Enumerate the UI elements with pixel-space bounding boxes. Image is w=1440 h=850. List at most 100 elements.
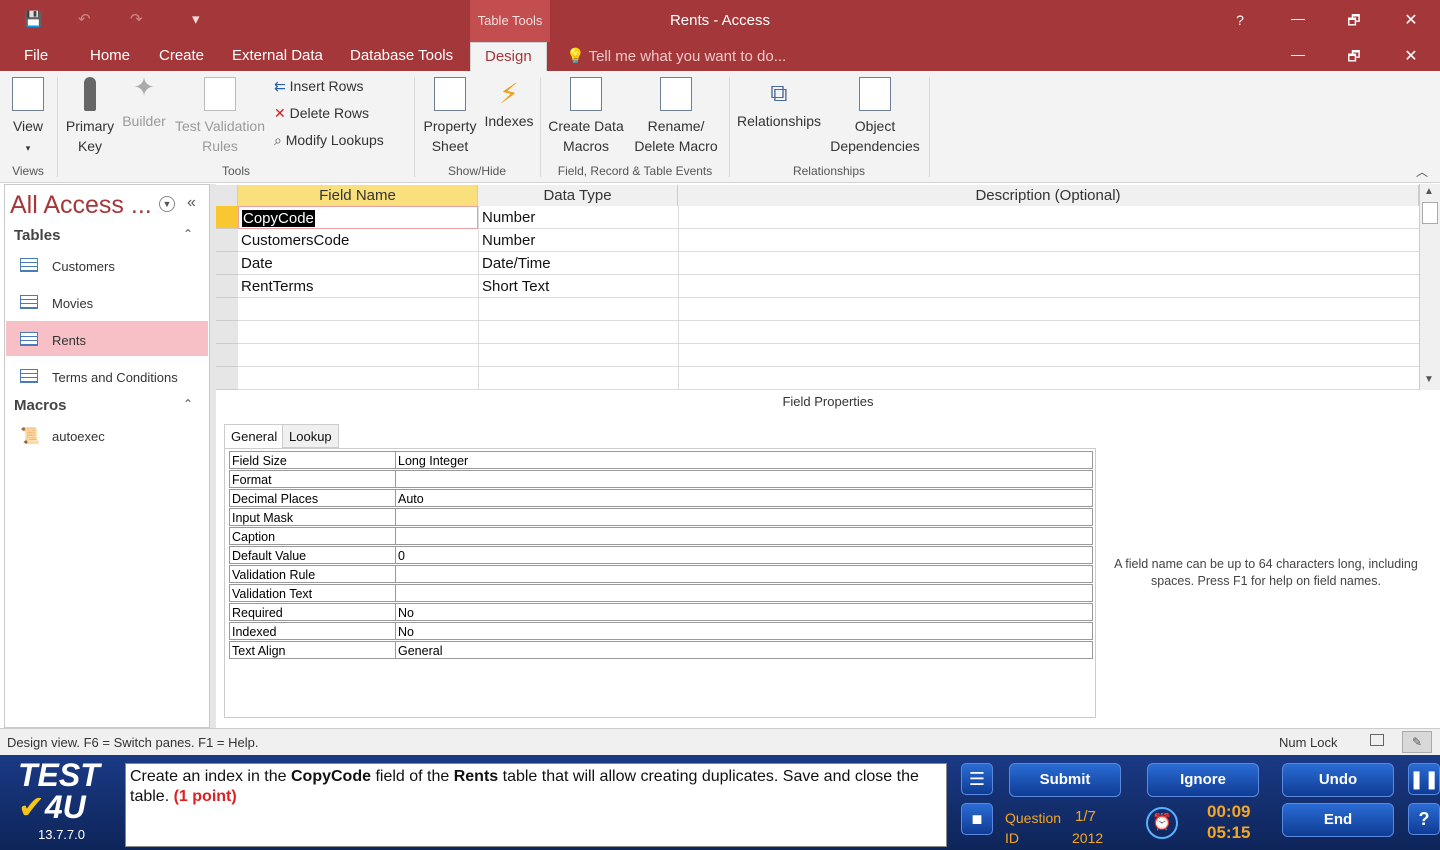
design-view-switch-icon[interactable]: ✎: [1402, 731, 1432, 753]
scroll-up-icon[interactable]: ▲: [1424, 186, 1434, 197]
row-selector[interactable]: [216, 321, 238, 344]
end-button[interactable]: End: [1282, 803, 1394, 837]
empty-description-cell[interactable]: [678, 367, 1419, 390]
field-name-cell[interactable]: RentTerms: [238, 275, 478, 298]
customize-qat-icon[interactable]: ▾: [192, 10, 200, 28]
empty-description-cell[interactable]: [678, 344, 1419, 367]
property-value[interactable]: No: [398, 625, 414, 639]
modify-lookups-button[interactable]: ⌕ Modify Lookups: [274, 132, 384, 149]
nav-item-movies[interactable]: Movies: [6, 284, 208, 319]
property-value[interactable]: No: [398, 606, 414, 620]
close-button[interactable]: ✕: [1393, 10, 1429, 30]
property-row[interactable]: Caption: [229, 527, 1093, 545]
property-row-indexed[interactable]: Indexed No: [229, 622, 1093, 640]
empty-field-cell[interactable]: [238, 344, 478, 367]
row-selector[interactable]: [216, 252, 238, 275]
datasheet-view-switch-icon[interactable]: [1370, 734, 1384, 746]
save-icon[interactable]: 💾: [24, 10, 43, 28]
collapse-tables-icon[interactable]: ⌃: [183, 227, 193, 241]
property-row[interactable]: Validation Text: [229, 584, 1093, 602]
doc-minimize-button[interactable]: —: [1280, 46, 1316, 62]
help-question-icon[interactable]: ?: [1408, 803, 1440, 835]
undo-icon[interactable]: ↶: [78, 10, 91, 28]
tab-lookup[interactable]: Lookup: [282, 424, 339, 448]
property-row[interactable]: Validation Rule: [229, 565, 1093, 583]
property-row[interactable]: Default Value 0: [229, 546, 1093, 564]
empty-field-cell[interactable]: [238, 298, 478, 321]
test-validation-rules-button[interactable]: Test Validation Rules: [170, 77, 270, 156]
tab-external-data[interactable]: External Data: [232, 47, 323, 64]
grid-corner[interactable]: [216, 185, 238, 206]
tab-general[interactable]: General: [224, 424, 285, 449]
data-type-cell[interactable]: Number: [478, 206, 678, 229]
tab-home[interactable]: Home: [90, 47, 130, 64]
minimize-button[interactable]: —: [1280, 10, 1316, 26]
nav-pane-title[interactable]: All Access ...: [10, 191, 152, 220]
pause-icon[interactable]: ❚❚: [1408, 763, 1440, 795]
shutter-bar-close-icon[interactable]: «: [187, 194, 196, 212]
nav-item-terms-and-conditions[interactable]: Terms and Conditions: [6, 358, 208, 393]
redo-icon[interactable]: ↷: [130, 10, 143, 28]
empty-field-cell[interactable]: [238, 367, 478, 390]
primary-key-button[interactable]: Primary Key: [62, 77, 118, 156]
field-name-cell[interactable]: CopyCode: [238, 206, 478, 229]
property-value[interactable]: Long Integer: [398, 454, 468, 468]
row-selector[interactable]: [216, 206, 238, 229]
row-selector[interactable]: [216, 229, 238, 252]
collapse-ribbon-icon[interactable]: ︿: [1416, 163, 1428, 180]
empty-description-cell[interactable]: [678, 321, 1419, 344]
data-type-cell[interactable]: Date/Time: [478, 252, 678, 275]
nav-item-customers[interactable]: Customers: [6, 247, 208, 282]
property-row[interactable]: Text Align General: [229, 641, 1093, 659]
tab-file[interactable]: File: [24, 47, 48, 64]
property-row[interactable]: Required No: [229, 603, 1093, 621]
submit-button[interactable]: Submit: [1009, 763, 1121, 797]
property-value[interactable]: General: [398, 644, 442, 658]
doc-restore-button[interactable]: 🗗: [1336, 46, 1372, 70]
empty-description-cell[interactable]: [678, 298, 1419, 321]
empty-type-cell[interactable]: [478, 367, 678, 390]
nav-item-autoexec[interactable]: 📜 autoexec: [6, 417, 208, 452]
tab-create[interactable]: Create: [159, 47, 204, 64]
video-camera-icon[interactable]: ■: [961, 803, 993, 835]
ignore-button[interactable]: Ignore: [1147, 763, 1259, 797]
object-dependencies-button[interactable]: Object Dependencies: [826, 77, 924, 156]
row-selector[interactable]: [216, 344, 238, 367]
description-cell[interactable]: [678, 206, 1419, 229]
undo-button[interactable]: Undo: [1282, 763, 1394, 797]
help-icon[interactable]: ?: [1222, 12, 1258, 28]
indexes-button[interactable]: ⚡ Indexes: [480, 77, 538, 131]
relationships-button[interactable]: ⧉ Relationships: [732, 77, 826, 131]
menu-icon[interactable]: ☰: [961, 763, 993, 795]
doc-close-button[interactable]: ✕: [1393, 46, 1429, 66]
insert-rows-button[interactable]: ⇇ Insert Rows: [274, 78, 364, 95]
grid-vertical-scrollbar[interactable]: ▲ ▼: [1419, 184, 1440, 390]
tab-design[interactable]: Design: [470, 42, 547, 71]
nav-item-rents[interactable]: Rents: [6, 321, 208, 356]
delete-rows-button[interactable]: ✕ Delete Rows: [274, 105, 369, 122]
builder-button[interactable]: ✦ Builder: [118, 74, 170, 131]
empty-field-cell[interactable]: [238, 321, 478, 344]
description-cell[interactable]: [678, 252, 1419, 275]
property-row[interactable]: Field Size Long Integer: [229, 451, 1093, 469]
property-row[interactable]: Format: [229, 470, 1093, 488]
row-selector[interactable]: [216, 298, 238, 321]
nav-section-tables[interactable]: Tables: [14, 227, 60, 244]
tell-me-search[interactable]: 💡 Tell me what you want to do...: [566, 47, 786, 65]
property-row[interactable]: Input Mask: [229, 508, 1093, 526]
scroll-down-icon[interactable]: ▼: [1424, 374, 1434, 385]
rename-delete-macro-button[interactable]: Rename/ Delete Macro: [628, 77, 724, 156]
scrollbar-thumb[interactable]: [1422, 202, 1438, 224]
row-selector[interactable]: [216, 367, 238, 390]
empty-type-cell[interactable]: [478, 321, 678, 344]
collapse-macros-icon[interactable]: ⌃: [183, 397, 193, 411]
restore-button[interactable]: 🗗: [1336, 10, 1372, 34]
field-name-cell[interactable]: CustomersCode: [238, 229, 478, 252]
data-type-cell[interactable]: Number: [478, 229, 678, 252]
create-data-macros-button[interactable]: Create Data Macros: [544, 77, 628, 156]
tab-database-tools[interactable]: Database Tools: [350, 47, 453, 64]
data-type-cell[interactable]: Short Text: [478, 275, 678, 298]
nav-section-macros[interactable]: Macros: [14, 397, 67, 414]
nav-dropdown-icon[interactable]: ▼: [159, 196, 175, 212]
empty-type-cell[interactable]: [478, 344, 678, 367]
